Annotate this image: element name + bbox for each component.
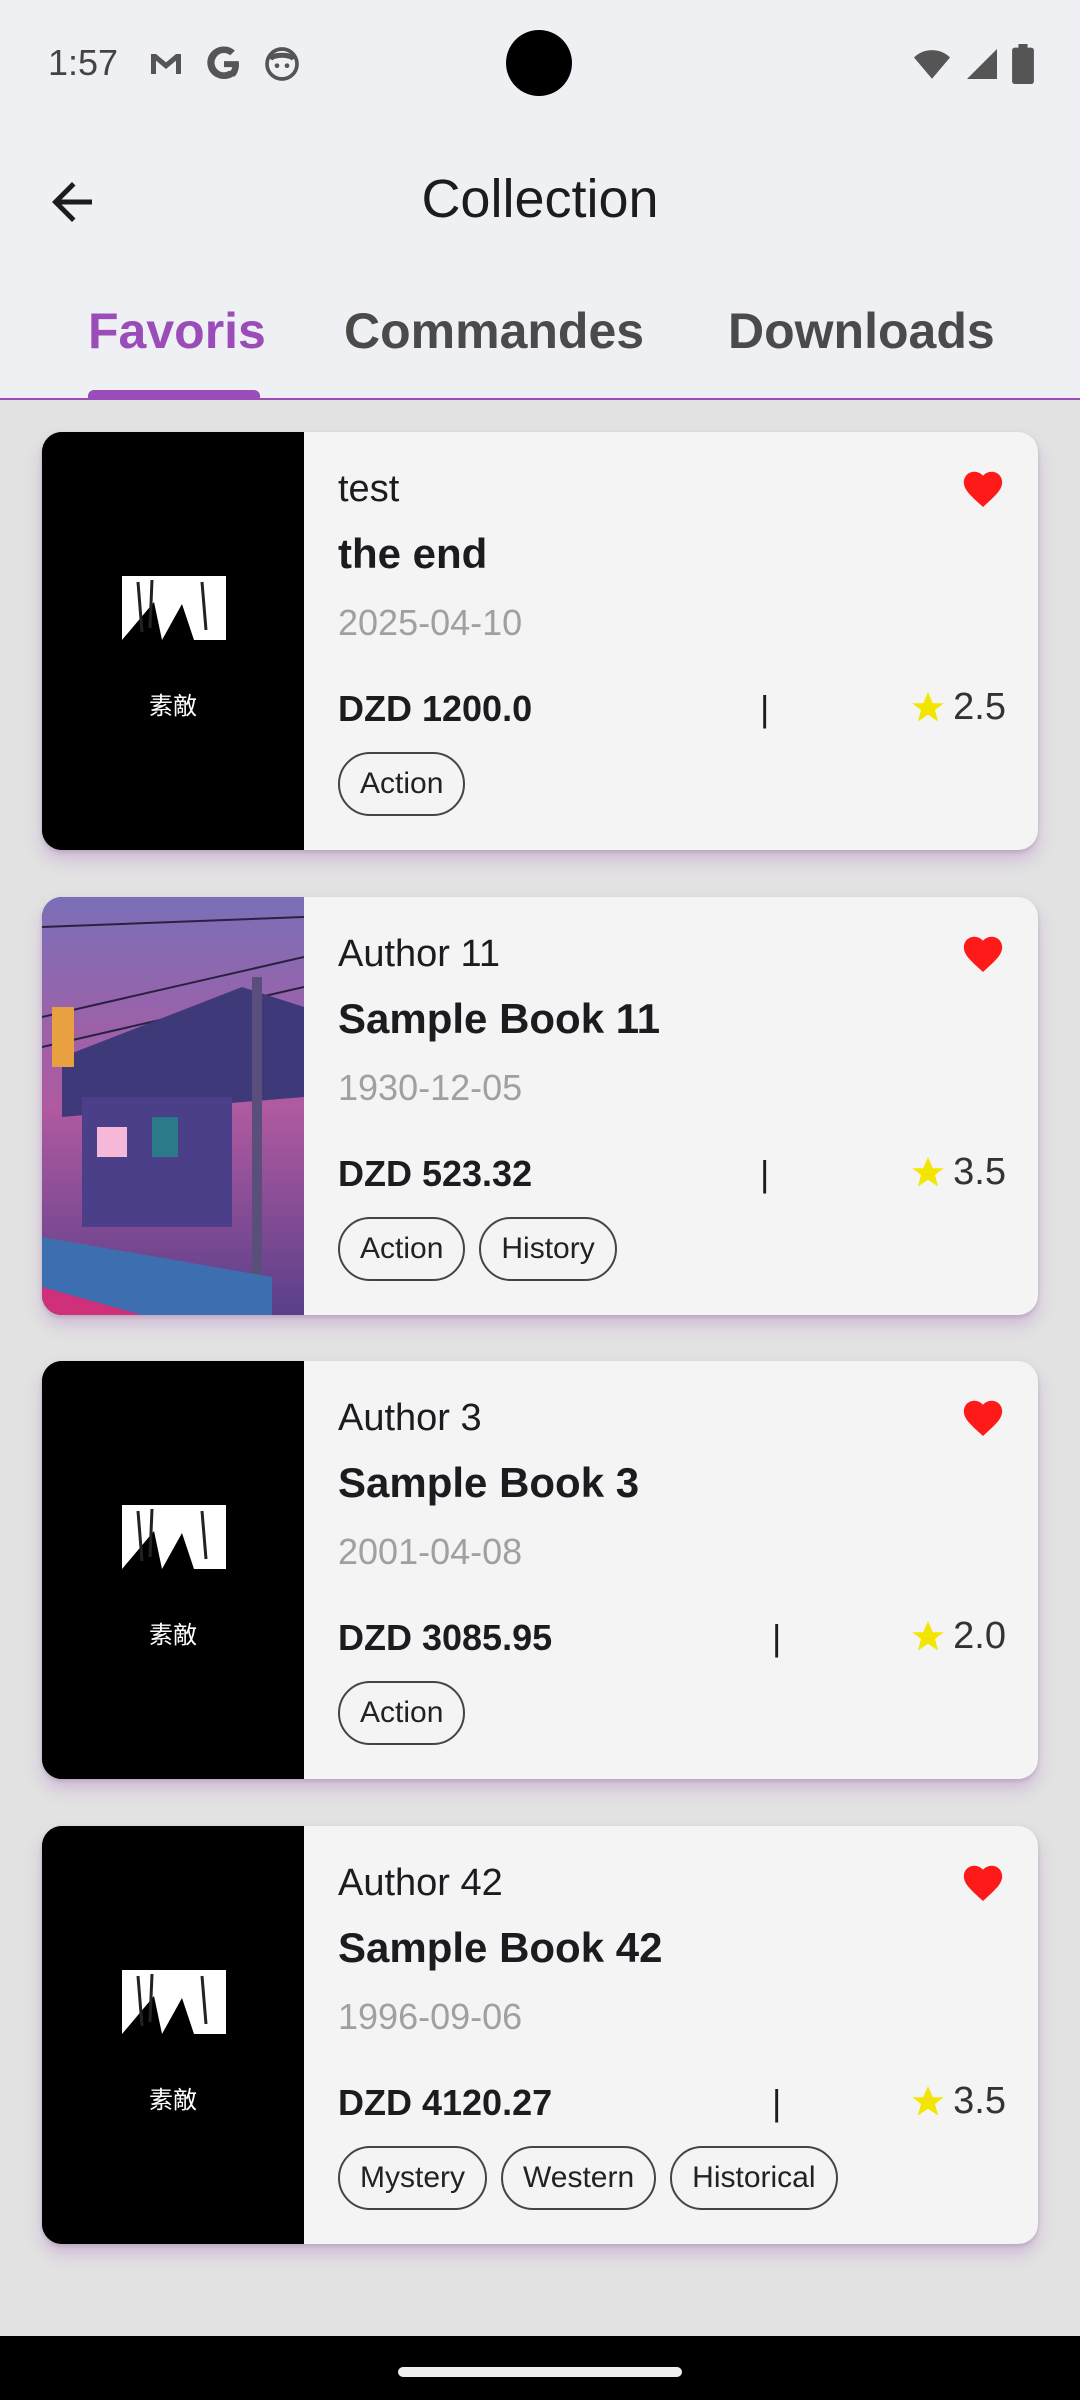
cover-title: 素敵: [149, 2086, 197, 2114]
tag-chip[interactable]: Action: [338, 1681, 466, 1745]
star-icon: [912, 1156, 945, 1186]
google-icon: [207, 46, 239, 79]
signal-icon: [967, 49, 997, 79]
status-bar: 1:57: [0, 0, 1080, 130]
tag-chip[interactable]: Historical: [670, 2146, 838, 2210]
book-price: DZD 1200.0: [338, 688, 533, 729]
book-author: Author 11: [338, 933, 500, 975]
tag-chip[interactable]: Action: [338, 752, 466, 816]
tag-chip[interactable]: Action: [338, 1217, 466, 1281]
star-icon: [912, 1620, 945, 1650]
gmail-icon: [151, 54, 181, 74]
tab-favoris[interactable]: Favoris: [88, 302, 266, 360]
heart-icon[interactable]: [960, 1860, 1006, 1906]
book-author: Author 42: [338, 1862, 503, 1904]
tab-bar: Favoris Commandes Downloads: [0, 290, 1080, 400]
heart-icon[interactable]: [960, 931, 1006, 977]
star-icon: [912, 2085, 945, 2115]
tag-list: Action: [338, 1681, 466, 1745]
book-card[interactable]: 素敵 test the end 2025-04-10 DZD 1200.0 | …: [42, 432, 1038, 850]
tab-downloads[interactable]: Downloads: [728, 302, 995, 360]
cover-title: 素敵: [149, 692, 197, 720]
book-card[interactable]: 素敵 Author 42 Sample Book 42 1996-09-06 D…: [42, 1826, 1038, 2244]
tag-chip[interactable]: Mystery: [338, 2146, 487, 2210]
book-author: Author 3: [338, 1397, 482, 1439]
tab-commandes[interactable]: Commandes: [344, 302, 644, 360]
book-info: Author 3 Sample Book 3 2001-04-08 DZD 30…: [304, 1361, 1038, 1779]
tag-list: Mystery Western Historical: [338, 2146, 838, 2210]
rating-value: 2.0: [953, 1615, 1006, 1657]
app-bar: Collection: [0, 150, 1080, 250]
system-icons: [912, 44, 1034, 84]
battery-icon: [1012, 44, 1034, 84]
book-title: Sample Book 42: [338, 1924, 663, 1971]
book-price: DZD 3085.95: [338, 1617, 553, 1658]
rating-value: 3.5: [953, 1151, 1006, 1193]
face-icon: [265, 47, 299, 81]
status-time: 1:57: [48, 42, 119, 83]
tab-indicator: [88, 390, 260, 398]
book-title: Sample Book 11: [338, 995, 661, 1042]
book-info: Author 11 Sample Book 11 1930-12-05 DZD …: [304, 897, 1038, 1315]
book-rating: 3.5: [909, 1151, 1006, 1194]
camera-cutout: [506, 30, 572, 96]
tag-list: Action: [338, 752, 466, 816]
book-cover: 素敵: [42, 1826, 304, 2244]
top-area: 1:57 Collection Favoris Commandes Downlo…: [0, 0, 1080, 400]
book-price: DZD 523.32: [338, 1153, 533, 1194]
book-author: test: [338, 468, 400, 510]
heart-icon[interactable]: [960, 466, 1006, 512]
rating-value: 3.5: [953, 2080, 1006, 2122]
book-date: 1996-09-06: [338, 1996, 523, 2037]
book-card[interactable]: 素敵 Author 3 Sample Book 3 2001-04-08 DZD…: [42, 1361, 1038, 1779]
price-separator: |: [772, 1617, 782, 1658]
home-indicator[interactable]: [398, 2367, 682, 2377]
book-rating: 2.5: [909, 686, 1006, 729]
book-cover: 素敵: [42, 432, 304, 850]
book-info: Author 42 Sample Book 42 1996-09-06 DZD …: [304, 1826, 1038, 2244]
price-separator: |: [760, 1153, 770, 1194]
book-date: 2025-04-10: [338, 602, 523, 643]
book-date: 1930-12-05: [338, 1067, 523, 1108]
book-title: Sample Book 3: [338, 1459, 640, 1506]
rating-value: 2.5: [953, 686, 1006, 728]
star-icon: [912, 691, 945, 721]
price-separator: |: [760, 688, 770, 729]
book-date: 2001-04-08: [338, 1531, 523, 1572]
heart-icon[interactable]: [960, 1395, 1006, 1441]
book-title: the end: [338, 530, 488, 577]
page-title: Collection: [421, 169, 659, 229]
book-rating: 2.0: [909, 1615, 1006, 1658]
wifi-icon: [914, 50, 950, 79]
book-card[interactable]: Author 11 Sample Book 11 1930-12-05 DZD …: [42, 897, 1038, 1315]
book-cover: 素敵: [42, 1361, 304, 1779]
tag-list: Action History: [338, 1217, 617, 1281]
book-rating: 3.5: [909, 2080, 1006, 2123]
tag-chip[interactable]: Western: [501, 2146, 657, 2210]
tag-chip[interactable]: History: [479, 1217, 617, 1281]
book-info: test the end 2025-04-10 DZD 1200.0 | 2.5…: [304, 432, 1038, 850]
cover-title: 素敵: [149, 1621, 197, 1649]
price-separator: |: [772, 2082, 782, 2123]
book-cover: [42, 897, 304, 1315]
book-price: DZD 4120.27: [338, 2082, 553, 2123]
